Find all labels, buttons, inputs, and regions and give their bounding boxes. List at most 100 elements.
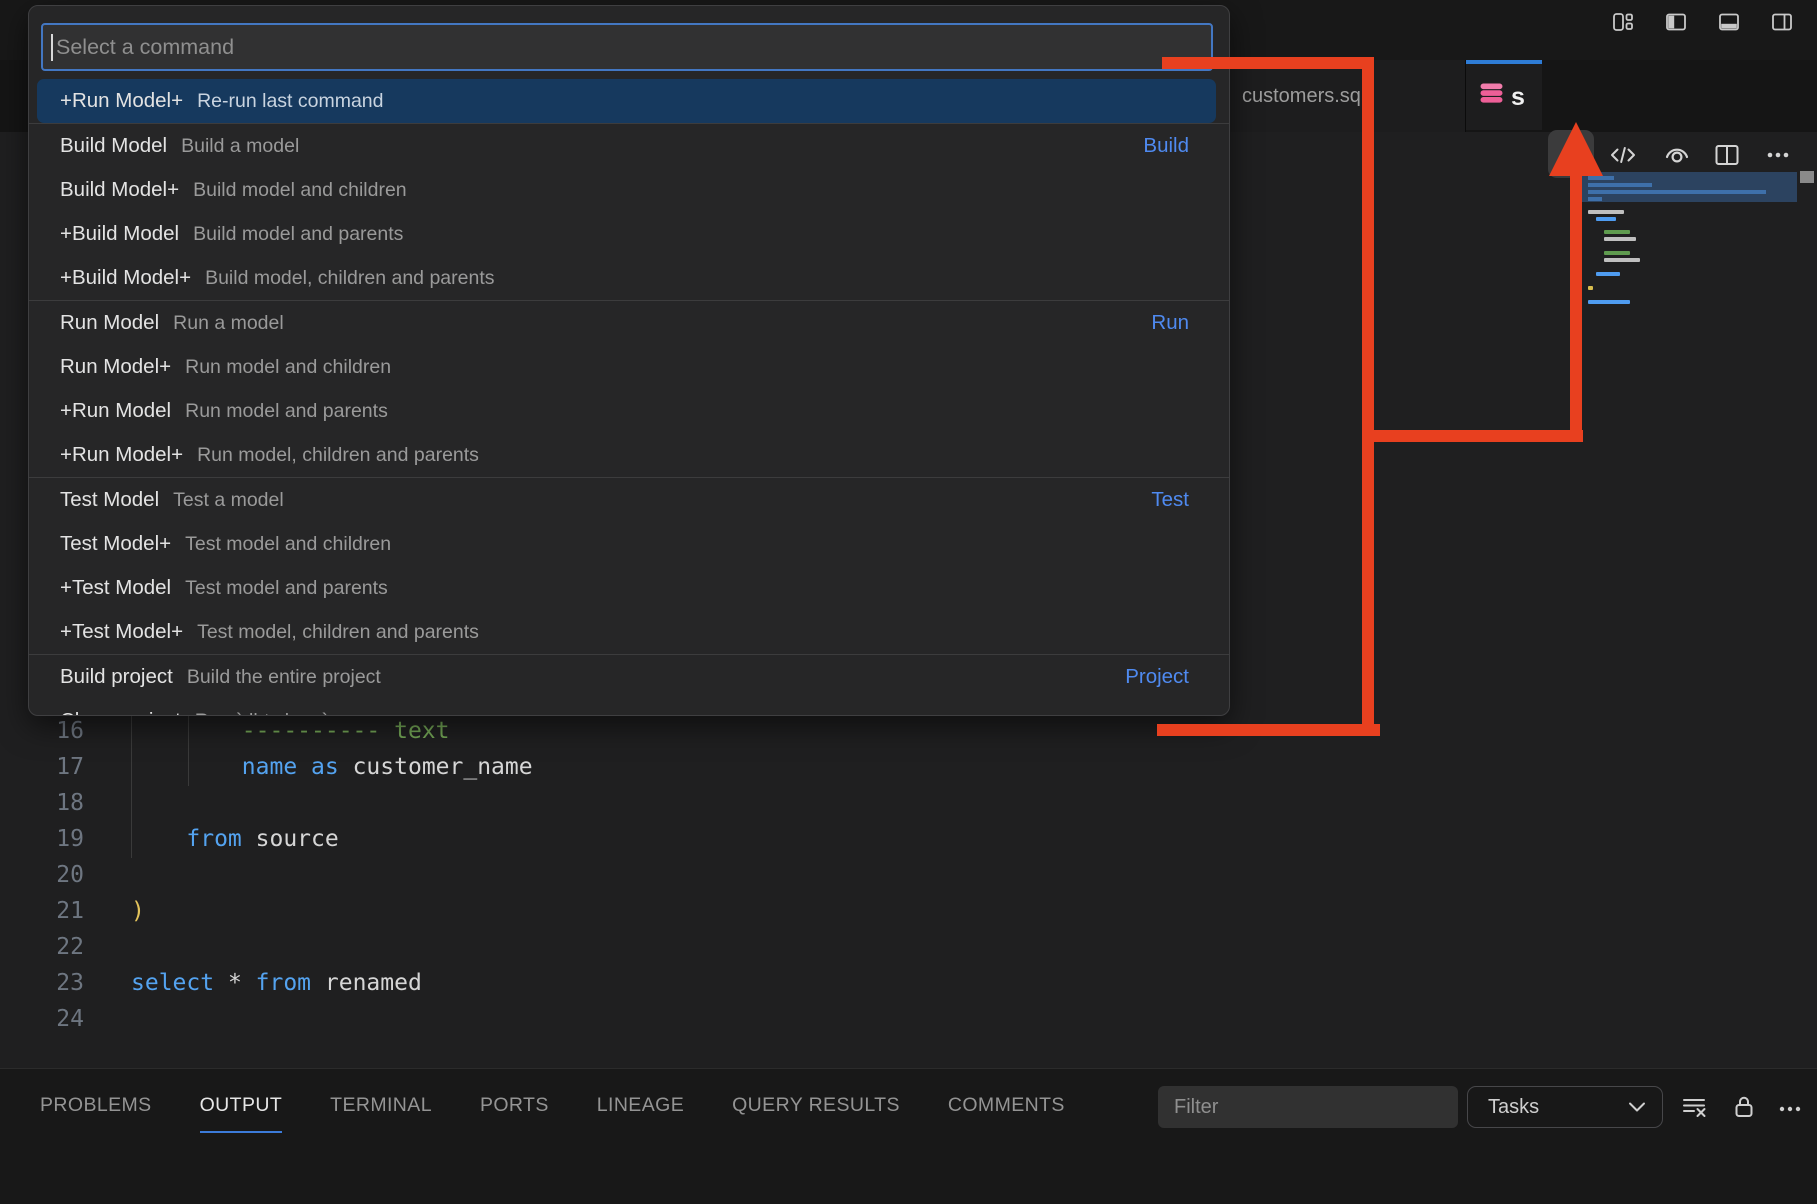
- command-item[interactable]: +Run Model+Re-run last command: [37, 79, 1216, 123]
- command-item[interactable]: +Build ModelBuild model and parents: [37, 212, 1216, 256]
- panel-tab-output[interactable]: OUTPUT: [200, 1079, 283, 1133]
- command-item[interactable]: Run Model+ Run model and children: [37, 345, 1216, 389]
- command-label: Clean project: [60, 709, 181, 716]
- line-number: 20: [0, 857, 84, 893]
- line-number: 17: [0, 749, 84, 785]
- panel-tabs: PROBLEMS OUTPUT TERMINAL PORTS LINEAGE QUERY …: [40, 1079, 1065, 1133]
- minimap-code-line: [1596, 272, 1620, 276]
- command-group: Build projectBuild the entire projectPro…: [29, 654, 1229, 716]
- minimap-highlight-bar: [1588, 190, 1766, 194]
- line-number: 16: [0, 713, 84, 749]
- command-description: Build a model: [181, 135, 299, 158]
- tab-customers-sql[interactable]: customers.sql: [1228, 60, 1466, 132]
- tab-label: customers.sql: [1242, 85, 1365, 108]
- command-label: Run Model: [60, 311, 159, 335]
- command-label: +Run Model+: [60, 443, 183, 467]
- group-badge: Project: [1125, 665, 1189, 689]
- minimap[interactable]: [1582, 140, 1797, 540]
- minimap-highlight-bar: [1588, 197, 1602, 201]
- panel-tab-terminal[interactable]: TERMINAL: [330, 1079, 432, 1133]
- command-label: Run Model+: [60, 355, 171, 379]
- scrollbar-thumb[interactable]: [1800, 171, 1814, 183]
- group-badge: Run: [1151, 311, 1189, 335]
- command-group: Test ModelTest a modelTestTest Model+Tes…: [29, 477, 1229, 654]
- line-number: 24: [0, 1001, 84, 1037]
- line-number: 19: [0, 821, 84, 857]
- command-item[interactable]: Run Model Run a model Run: [37, 301, 1216, 345]
- command-item[interactable]: Build Model+Build model and children: [37, 168, 1216, 212]
- command-item[interactable]: +Run Model+Run model, children and paren…: [37, 433, 1216, 477]
- toggle-primary-sidebar-icon[interactable]: [1664, 10, 1688, 34]
- command-item[interactable]: Test Model+ Test model and children: [37, 522, 1216, 566]
- annotation-arrow-shaft: [1570, 172, 1582, 442]
- panel-tab-comments[interactable]: COMMENTS: [948, 1079, 1065, 1133]
- line-number: 21: [0, 893, 84, 929]
- more-icon[interactable]: [1776, 1093, 1804, 1121]
- line-number: 22: [0, 929, 84, 965]
- filter-input[interactable]: [1158, 1086, 1458, 1128]
- panel-tab-lineage[interactable]: LINEAGE: [597, 1079, 684, 1133]
- minimap-code-line: [1604, 251, 1630, 255]
- toggle-secondary-sidebar-icon[interactable]: [1770, 10, 1794, 34]
- command-group: +Run Model+Re-run last command: [29, 79, 1229, 123]
- command-label: Build project: [60, 665, 173, 689]
- command-label: +Test Model: [60, 576, 171, 600]
- command-item[interactable]: Build ModelBuild a modelBuild: [37, 124, 1216, 168]
- command-item[interactable]: Build projectBuild the entire projectPro…: [37, 655, 1216, 699]
- database-icon: [1478, 81, 1505, 113]
- panel-tab-ports[interactable]: PORTS: [480, 1079, 549, 1133]
- annotation-line-bottom: [1157, 724, 1380, 736]
- annotation-line-vertical: [1362, 57, 1374, 736]
- command-description: Run a model: [173, 312, 284, 335]
- command-description: Re-run last command: [197, 90, 383, 113]
- command-label: +Build Model: [60, 222, 179, 246]
- command-item[interactable]: +Run Model Run model and parents: [37, 389, 1216, 433]
- command-item[interactable]: +Test Model Test model and parents: [37, 566, 1216, 610]
- command-item[interactable]: +Build Model+Build model, children and p…: [37, 256, 1216, 300]
- clear-output-icon[interactable]: [1680, 1093, 1708, 1121]
- command-item[interactable]: Test ModelTest a modelTest: [37, 478, 1216, 522]
- annotation-arrow-head: [1549, 122, 1603, 176]
- command-input-wrap: [41, 23, 1213, 71]
- code-line: 20: [0, 857, 1580, 893]
- minimap-slider[interactable]: [1582, 172, 1797, 202]
- panel-tab-query-results[interactable]: QUERY RESULTS: [732, 1079, 900, 1133]
- minimap-code-line: [1604, 230, 1630, 234]
- command-description: Run model and children: [185, 356, 391, 379]
- command-label: +Run Model: [60, 399, 171, 423]
- panel-tab-problems[interactable]: PROBLEMS: [40, 1079, 152, 1133]
- code-line: 18: [0, 785, 1580, 821]
- code-lines: 16 ---------- text17 name as customer_na…: [0, 713, 1580, 1037]
- command-label: +Test Model+: [60, 620, 183, 644]
- tab-dbt-split[interactable]: s: [1466, 60, 1542, 130]
- code-line: 21): [0, 893, 1580, 929]
- group-badge: Test: [1151, 488, 1189, 512]
- minimap-code-line: [1596, 217, 1616, 221]
- ide-window: customers.sql s: [0, 0, 1817, 1204]
- command-description: Test model and children: [185, 533, 391, 556]
- lock-icon[interactable]: [1730, 1093, 1758, 1121]
- chevron-down-icon: [1628, 1096, 1646, 1119]
- annotation-line-top: [1162, 57, 1374, 69]
- tasks-dropdown[interactable]: Tasks: [1467, 1086, 1663, 1128]
- line-number: 18: [0, 785, 84, 821]
- command-item[interactable]: Clean project Run `dbt clean`: [37, 699, 1216, 716]
- tab-split-label: s: [1511, 83, 1525, 112]
- command-item[interactable]: +Test Model+Test model, children and par…: [37, 610, 1216, 654]
- command-group: Build ModelBuild a modelBuildBuild Model…: [29, 123, 1229, 300]
- toggle-panel-icon[interactable]: [1717, 10, 1741, 34]
- command-input[interactable]: [53, 34, 1211, 61]
- code-line: 19 from source: [0, 821, 1580, 857]
- command-description: Build model, children and parents: [205, 267, 494, 290]
- command-label: Test Model+: [60, 532, 171, 556]
- customize-layout-icon[interactable]: [1611, 10, 1635, 34]
- editor-scrollbar[interactable]: [1799, 140, 1815, 1068]
- command-description: Test model and parents: [185, 577, 388, 600]
- command-description: Run model and parents: [185, 400, 388, 423]
- bottom-panel: PROBLEMS OUTPUT TERMINAL PORTS LINEAGE QUERY …: [0, 1068, 1817, 1204]
- minimap-highlight-bar: [1588, 183, 1652, 187]
- command-description: Run `dbt clean`: [195, 710, 328, 717]
- minimap-highlight-bar: [1588, 176, 1614, 180]
- minimap-code-line: [1604, 258, 1640, 262]
- minimap-code-line: [1588, 286, 1593, 290]
